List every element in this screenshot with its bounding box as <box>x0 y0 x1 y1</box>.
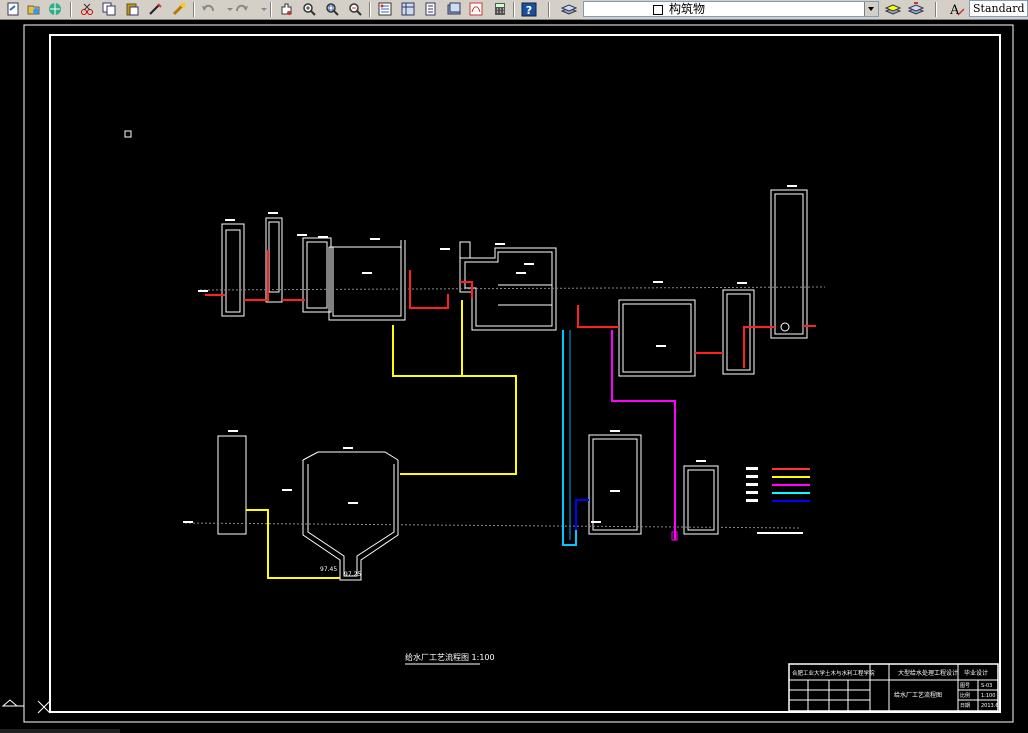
title-block: 合肥工业大学土木与水利工程学院 大型给水处理工程设计 给水厂工艺流程图 毕业设计… <box>788 663 999 712</box>
elevation-label: 97.45 <box>320 566 337 573</box>
sheet-set-icon[interactable] <box>445 1 462 17</box>
paper-border <box>23 24 1014 723</box>
red-pipe <box>577 305 619 328</box>
flocculation-tank <box>328 240 406 321</box>
red-pipe <box>244 250 269 301</box>
ground-line-lower <box>184 522 801 529</box>
pipelines <box>205 250 816 579</box>
help-icon[interactable]: ? <box>520 1 537 17</box>
text-style-name: Standard <box>973 2 1025 15</box>
drawing-viewport[interactable]: 97.45 97.25 给水厂工艺流程图 1:100 合肥工业大学土木与水利工程… <box>0 20 1028 733</box>
pipe-legend <box>746 467 810 534</box>
scale-label: 比例 <box>960 692 970 699</box>
sludge-hopper-tank <box>302 460 399 581</box>
text-style-dropdown[interactable]: Standard <box>969 0 1028 17</box>
svg-text:?: ? <box>525 4 531 17</box>
layer-color-swatch <box>653 5 663 15</box>
match-properties-icon[interactable] <box>146 1 163 17</box>
text-style-icon[interactable]: A <box>948 1 965 17</box>
point-marker <box>124 130 132 138</box>
layer-manager-icon[interactable] <box>560 1 577 17</box>
layer-previous-icon[interactable] <box>907 1 924 17</box>
red-pipe <box>743 326 775 368</box>
pan-icon[interactable] <box>277 1 294 17</box>
project-name: 大型给水处理工程设计 <box>898 669 958 677</box>
design-stage: 毕业设计 <box>964 669 988 677</box>
clear-well <box>722 289 755 375</box>
drawing-title: 给水厂工艺流程图 1:100 <box>405 652 495 662</box>
save-drawing-icon[interactable] <box>46 1 63 17</box>
elevation-label: 97.25 <box>344 571 361 578</box>
calculator-icon[interactable] <box>491 1 508 17</box>
school-name: 合肥工业大学土木与水利工程学院 <box>792 669 875 677</box>
legend-label <box>746 491 758 494</box>
zoom-realtime-icon[interactable] <box>300 1 317 17</box>
legend-label <box>746 483 758 486</box>
process-structures <box>217 189 808 581</box>
scale-value: 1:100 <box>981 693 995 699</box>
chevron-down-icon[interactable] <box>864 2 878 16</box>
backwash-tank <box>588 434 642 535</box>
dosing-room <box>683 465 719 535</box>
standard-toolbar: ? 构筑物 A Standard <box>0 0 1028 20</box>
design-center-icon[interactable] <box>399 1 416 17</box>
copy-icon[interactable] <box>100 1 117 17</box>
open-drawing-icon[interactable] <box>25 1 42 17</box>
cut-icon[interactable] <box>78 1 95 17</box>
paste-icon[interactable] <box>123 1 140 17</box>
sludge-thickener <box>217 435 247 535</box>
legend-label <box>746 499 758 502</box>
zoom-previous-icon[interactable] <box>346 1 363 17</box>
yellow-pipe <box>392 325 517 475</box>
water-tower <box>770 189 808 339</box>
legend-label <box>746 467 758 470</box>
date-value: 2013.6 <box>981 703 999 709</box>
drawing-canvas[interactable]: 97.45 97.25 给水厂工艺流程图 1:100 合肥工业大学土木与水利工程… <box>0 20 1028 733</box>
sheet-number-label: 图号 <box>960 683 970 689</box>
layer-dropdown[interactable]: 构筑物 <box>583 1 879 17</box>
make-current-icon[interactable] <box>884 1 901 17</box>
layer-name: 构筑物 <box>669 2 706 16</box>
red-pipe <box>460 281 473 298</box>
ucs-icon <box>1 699 51 714</box>
redo-icon[interactable] <box>233 1 250 17</box>
intake-well <box>221 223 245 317</box>
date-label: 日期 <box>960 703 970 709</box>
undo-icon[interactable] <box>199 1 216 17</box>
legend-label <box>746 475 758 478</box>
tool-palette-icon[interactable] <box>422 1 439 17</box>
markup-icon[interactable] <box>467 1 484 17</box>
blue-pipe <box>575 499 589 530</box>
command-line-edge <box>0 729 120 733</box>
new-drawing-icon[interactable] <box>4 1 21 17</box>
sheet-title: 给水厂工艺流程图 <box>894 691 942 699</box>
zoom-window-icon[interactable] <box>323 1 340 17</box>
drawing-frame <box>49 34 1001 713</box>
properties-icon[interactable] <box>376 1 393 17</box>
sheet-number: S-03 <box>981 683 992 689</box>
filter-tank <box>618 299 696 377</box>
brush-icon[interactable] <box>170 1 187 17</box>
